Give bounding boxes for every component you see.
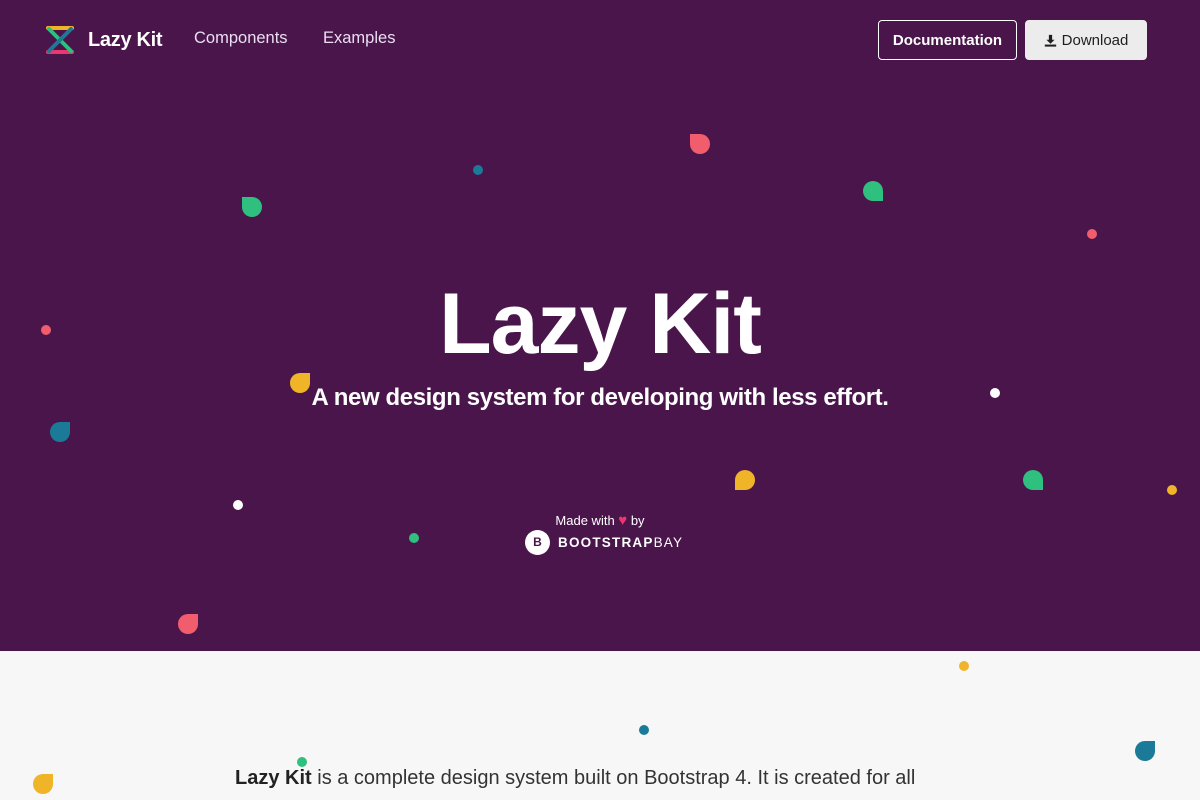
download-button[interactable]: Download <box>1025 20 1147 60</box>
decorative-drop <box>50 422 70 442</box>
made-with-text: Made with ♥ by <box>0 512 1200 529</box>
decorative-dot <box>1087 229 1097 239</box>
download-icon <box>1044 34 1056 47</box>
intro-section: Lazy Kit is a complete design system bui… <box>0 651 1200 800</box>
hero-subtitle: A new design system for developing with … <box>311 384 889 411</box>
decorative-drop <box>33 774 53 794</box>
bootstrapbay-wordmark-bold: BOOTSTRAP <box>558 534 654 550</box>
decorative-drop <box>1135 741 1155 761</box>
brand-link[interactable]: Lazy Kit <box>44 24 163 56</box>
made-with-suffix: by <box>630 513 645 528</box>
decorative-drop <box>863 181 883 201</box>
documentation-button[interactable]: Documentation <box>878 20 1017 60</box>
decorative-drop <box>690 134 710 154</box>
nav-link-examples[interactable]: Examples <box>323 29 395 48</box>
lazy-kit-logo-icon <box>46 26 74 54</box>
hero-title: Lazy Kit <box>439 276 762 372</box>
decorative-dot <box>959 661 969 671</box>
hero-section: Lazy Kit Components Examples Documentati… <box>0 0 1200 651</box>
bootstrapbay-link[interactable]: B BOOTSTRAPBAY <box>525 529 683 555</box>
decorative-dot <box>409 533 419 543</box>
made-with-prefix: Made with <box>555 513 615 528</box>
decorative-drop <box>1023 470 1043 490</box>
decorative-drop <box>242 197 262 217</box>
brand-name: Lazy Kit <box>88 28 163 51</box>
intro-text: is a complete design system built on Boo… <box>311 767 916 789</box>
decorative-dot <box>639 725 649 735</box>
decorative-dot <box>473 165 483 175</box>
intro-bold: Lazy Kit <box>235 767 312 789</box>
intro-paragraph: Lazy Kit is a complete design system bui… <box>235 764 995 792</box>
bootstrapbay-wordmark-light: BAY <box>653 534 684 550</box>
decorative-dot <box>233 500 243 510</box>
decorative-drop <box>735 470 755 490</box>
navbar: Lazy Kit Components Examples Documentati… <box>0 0 1200 80</box>
documentation-button-label: Documentation <box>892 31 1003 49</box>
decorative-dot <box>1167 485 1177 495</box>
bootstrapbay-logo-icon: B <box>525 529 550 555</box>
bootstrapbay-wordmark: BOOTSTRAPBAY <box>558 535 683 550</box>
decorative-drop <box>178 614 198 634</box>
nav-link-components[interactable]: Components <box>194 29 288 48</box>
download-button-label: Download <box>1061 31 1129 49</box>
heart-icon: ♥ <box>618 512 628 529</box>
